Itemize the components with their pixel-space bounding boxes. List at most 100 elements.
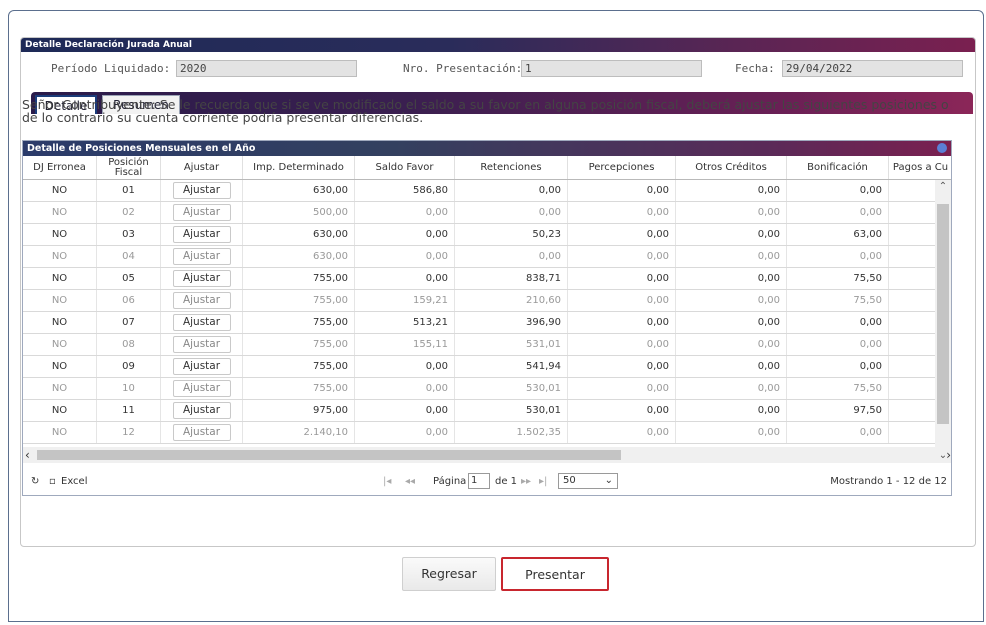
vertical-scrollbar[interactable]: ⌃ ⌄ [935, 180, 951, 463]
next-page-icon[interactable]: ▸▸ [521, 475, 531, 489]
first-page-icon[interactable]: |◂ [383, 475, 391, 489]
table-cell: 755,00 [243, 268, 355, 289]
column-header[interactable]: Pagos a Cu [889, 156, 951, 179]
chevron-up-icon[interactable]: ⌃ [938, 182, 948, 192]
table-cell: 513,21 [355, 312, 455, 333]
table-row[interactable]: NO 11 Ajustar 975,00 0,00 530,01 0,00 0,00 97,50 [23, 400, 951, 422]
horizontal-scrollbar[interactable]: ‹ › [23, 447, 951, 463]
table-cell: 0,00 [355, 246, 455, 267]
table-cell: NO [23, 400, 97, 421]
table-cell: 0,00 [568, 356, 676, 377]
table-row[interactable]: NO 03 Ajustar 630,00 0,00 50,23 0,00 0,00 63,00 [23, 224, 951, 246]
presentacion-label: Nro. Presentación: [403, 62, 523, 75]
table-cell: 755,00 [243, 312, 355, 333]
ajustar-cell: Ajustar [161, 422, 243, 443]
table-cell: 0,00 [676, 400, 787, 421]
table-row[interactable]: NO 01 Ajustar 630,00 586,80 0,00 0,00 0,00 0,00 [23, 180, 951, 202]
table-cell: 2.140,10 [243, 422, 355, 443]
ajustar-button[interactable]: Ajustar [172, 358, 231, 375]
notice-text: Señor Contribuyente: Se le recuerda que … [22, 97, 949, 125]
table-cell: 0,00 [676, 246, 787, 267]
ajustar-button[interactable]: Ajustar [172, 292, 231, 309]
column-header[interactable]: Imp. Determinado [243, 156, 355, 179]
ajustar-button[interactable]: Ajustar [172, 270, 231, 287]
gear-icon[interactable] [937, 143, 947, 153]
table-row[interactable]: NO 12 Ajustar 2.140,10 0,00 1.502,35 0,00 0,00 0… [23, 422, 951, 444]
table-cell: 530,01 [455, 378, 568, 399]
table-cell: 11 [97, 400, 161, 421]
refresh-icon[interactable]: ↻ [31, 475, 39, 489]
grid-header: DJ Erronea Posición Fiscal Ajustar Imp. Det… [23, 156, 951, 180]
column-header[interactable]: Bonificación [787, 156, 889, 179]
excel-icon[interactable]: ▫ [49, 475, 56, 489]
table-cell: 396,90 [455, 312, 568, 333]
table-cell: 531,01 [455, 334, 568, 355]
table-cell: 0,00 [455, 246, 568, 267]
horizontal-scroll-thumb[interactable] [37, 450, 621, 460]
regresar-button[interactable]: Regresar [402, 557, 496, 591]
ajustar-button[interactable]: Ajustar [172, 314, 231, 331]
table-cell: 0,00 [568, 180, 676, 201]
column-header[interactable]: Retenciones [455, 156, 568, 179]
ajustar-cell: Ajustar [161, 180, 243, 201]
table-cell: 0,00 [787, 422, 889, 443]
column-header[interactable]: Saldo Favor [355, 156, 455, 179]
ajustar-button[interactable]: Ajustar [172, 424, 231, 441]
page-number-input[interactable]: 1 [468, 473, 490, 489]
fecha-field: 29/04/2022 [782, 60, 963, 77]
table-row[interactable]: NO 06 Ajustar 755,00 159,21 210,60 0,00 0,00 75,… [23, 290, 951, 312]
ajustar-button[interactable]: Ajustar [172, 226, 231, 243]
prev-page-icon[interactable]: ◂◂ [405, 475, 415, 489]
table-row[interactable]: NO 09 Ajustar 755,00 0,00 541,94 0,00 0,00 0,00 [23, 356, 951, 378]
table-cell: 50,23 [455, 224, 568, 245]
table-cell: 838,71 [455, 268, 568, 289]
table-cell: 0,00 [355, 202, 455, 223]
table-row[interactable]: NO 10 Ajustar 755,00 0,00 530,01 0,00 0,00 75,50 [23, 378, 951, 400]
column-header[interactable]: Ajustar [161, 156, 243, 179]
table-cell: 755,00 [243, 378, 355, 399]
table-cell: 0,00 [787, 202, 889, 223]
excel-export-link[interactable]: Excel [61, 475, 88, 489]
table-cell: 0,00 [568, 268, 676, 289]
table-cell: 04 [97, 246, 161, 267]
ajustar-cell: Ajustar [161, 334, 243, 355]
ajustar-button[interactable]: Ajustar [172, 182, 231, 199]
table-cell: 07 [97, 312, 161, 333]
table-cell: 755,00 [243, 356, 355, 377]
table-cell: 630,00 [243, 246, 355, 267]
table-cell: 09 [97, 356, 161, 377]
ajustar-button[interactable]: Ajustar [172, 336, 231, 353]
ajustar-cell: Ajustar [161, 268, 243, 289]
table-cell: 210,60 [455, 290, 568, 311]
column-header[interactable]: Posición Fiscal [97, 156, 161, 179]
table-row[interactable]: NO 07 Ajustar 755,00 513,21 396,90 0,00 0,00 0,0… [23, 312, 951, 334]
table-cell: 08 [97, 334, 161, 355]
table-cell: 755,00 [243, 290, 355, 311]
table-row[interactable]: NO 04 Ajustar 630,00 0,00 0,00 0,00 0,00 0,00 [23, 246, 951, 268]
vertical-scroll-thumb[interactable] [937, 204, 949, 424]
presentar-button[interactable]: Presentar [501, 557, 609, 591]
last-page-icon[interactable]: ▸| [539, 475, 547, 489]
column-header[interactable]: Percepciones [568, 156, 676, 179]
table-cell: 155,11 [355, 334, 455, 355]
table-cell: 0,00 [676, 356, 787, 377]
table-cell: 0,00 [355, 356, 455, 377]
column-header[interactable]: Otros Créditos [676, 156, 787, 179]
table-row[interactable]: NO 05 Ajustar 755,00 0,00 838,71 0,00 0,00 75,50 [23, 268, 951, 290]
ajustar-button[interactable]: Ajustar [172, 204, 231, 221]
table-row[interactable]: NO 08 Ajustar 755,00 155,11 531,01 0,00 0,00 0,0… [23, 334, 951, 356]
table-cell: 630,00 [243, 224, 355, 245]
chevron-right-icon[interactable]: › [946, 448, 951, 462]
page-size-select[interactable]: 50 ⌄ [558, 473, 618, 489]
ajustar-button[interactable]: Ajustar [172, 402, 231, 419]
table-cell: 0,00 [568, 334, 676, 355]
column-header[interactable]: DJ Erronea [23, 156, 97, 179]
ajustar-button[interactable]: Ajustar [172, 380, 231, 397]
chevron-left-icon[interactable]: ‹ [25, 448, 30, 462]
table-row[interactable]: NO 02 Ajustar 500,00 0,00 0,00 0,00 0,00 0,00 [23, 202, 951, 224]
table-cell: 0,00 [787, 334, 889, 355]
table-cell: 63,00 [787, 224, 889, 245]
table-cell: 0,00 [676, 268, 787, 289]
table-cell: 0,00 [568, 202, 676, 223]
ajustar-button[interactable]: Ajustar [172, 248, 231, 265]
